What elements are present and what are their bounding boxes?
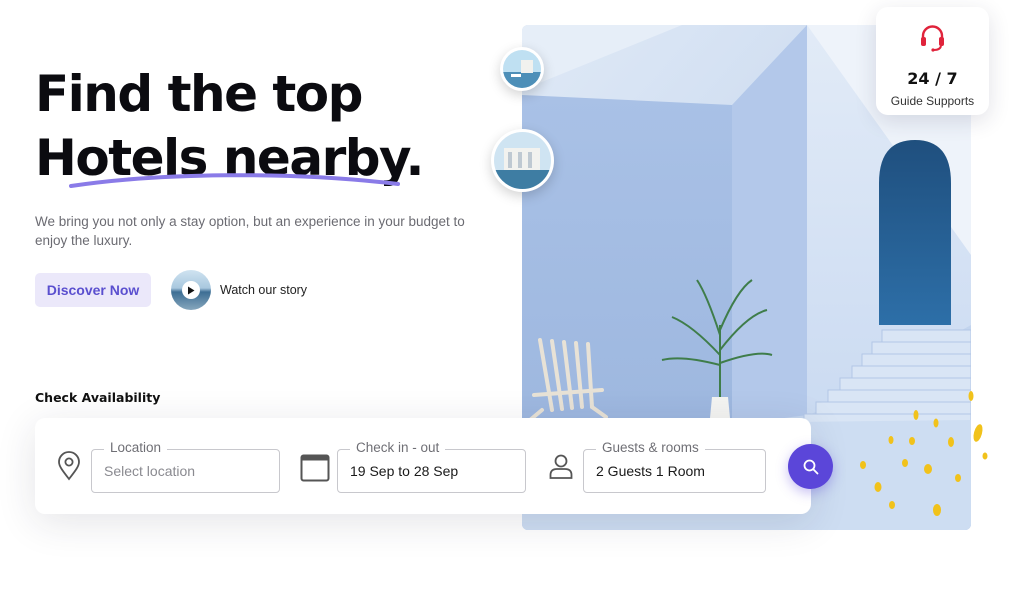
support-hours: 24 / 7 (907, 69, 958, 88)
support-card: 24 / 7 Guide Supports (876, 7, 989, 115)
headline-underline (69, 173, 400, 188)
availability-search-card: Location Check in - out Guests & rooms (35, 418, 833, 514)
discover-now-button[interactable]: Discover Now (35, 273, 151, 307)
watch-story-link[interactable]: Watch our story (171, 270, 307, 310)
support-label: Guide Supports (890, 94, 975, 108)
play-icon (182, 281, 200, 299)
hotel-thumbnail-large[interactable] (491, 129, 554, 192)
check-in-out-input[interactable] (350, 450, 517, 492)
headline-line-1: Find the top (35, 65, 363, 123)
search-button[interactable] (788, 444, 833, 489)
watch-story-label: Watch our story (220, 283, 308, 297)
hotel-thumbnail-small[interactable] (500, 47, 544, 91)
location-field[interactable] (91, 449, 280, 493)
headset-icon (921, 25, 944, 52)
search-icon (803, 459, 818, 474)
hero-subtitle: We bring you not only a stay option, but… (35, 214, 465, 248)
guests-rooms-field[interactable] (583, 449, 766, 493)
check-in-out-legend: Check in - out (350, 440, 446, 455)
location-input[interactable] (104, 450, 271, 492)
calendar-icon (300, 454, 330, 482)
check-in-out-field[interactable] (337, 449, 526, 493)
map-pin-icon (58, 451, 80, 481)
guests-rooms-legend: Guests & rooms (596, 440, 705, 455)
story-video-thumbnail[interactable] (171, 270, 211, 310)
petals-decoration (860, 391, 988, 516)
location-legend: Location (104, 440, 168, 455)
user-icon (549, 454, 573, 479)
guests-rooms-input[interactable] (596, 450, 757, 492)
check-availability-title: Check Availability (35, 390, 161, 405)
